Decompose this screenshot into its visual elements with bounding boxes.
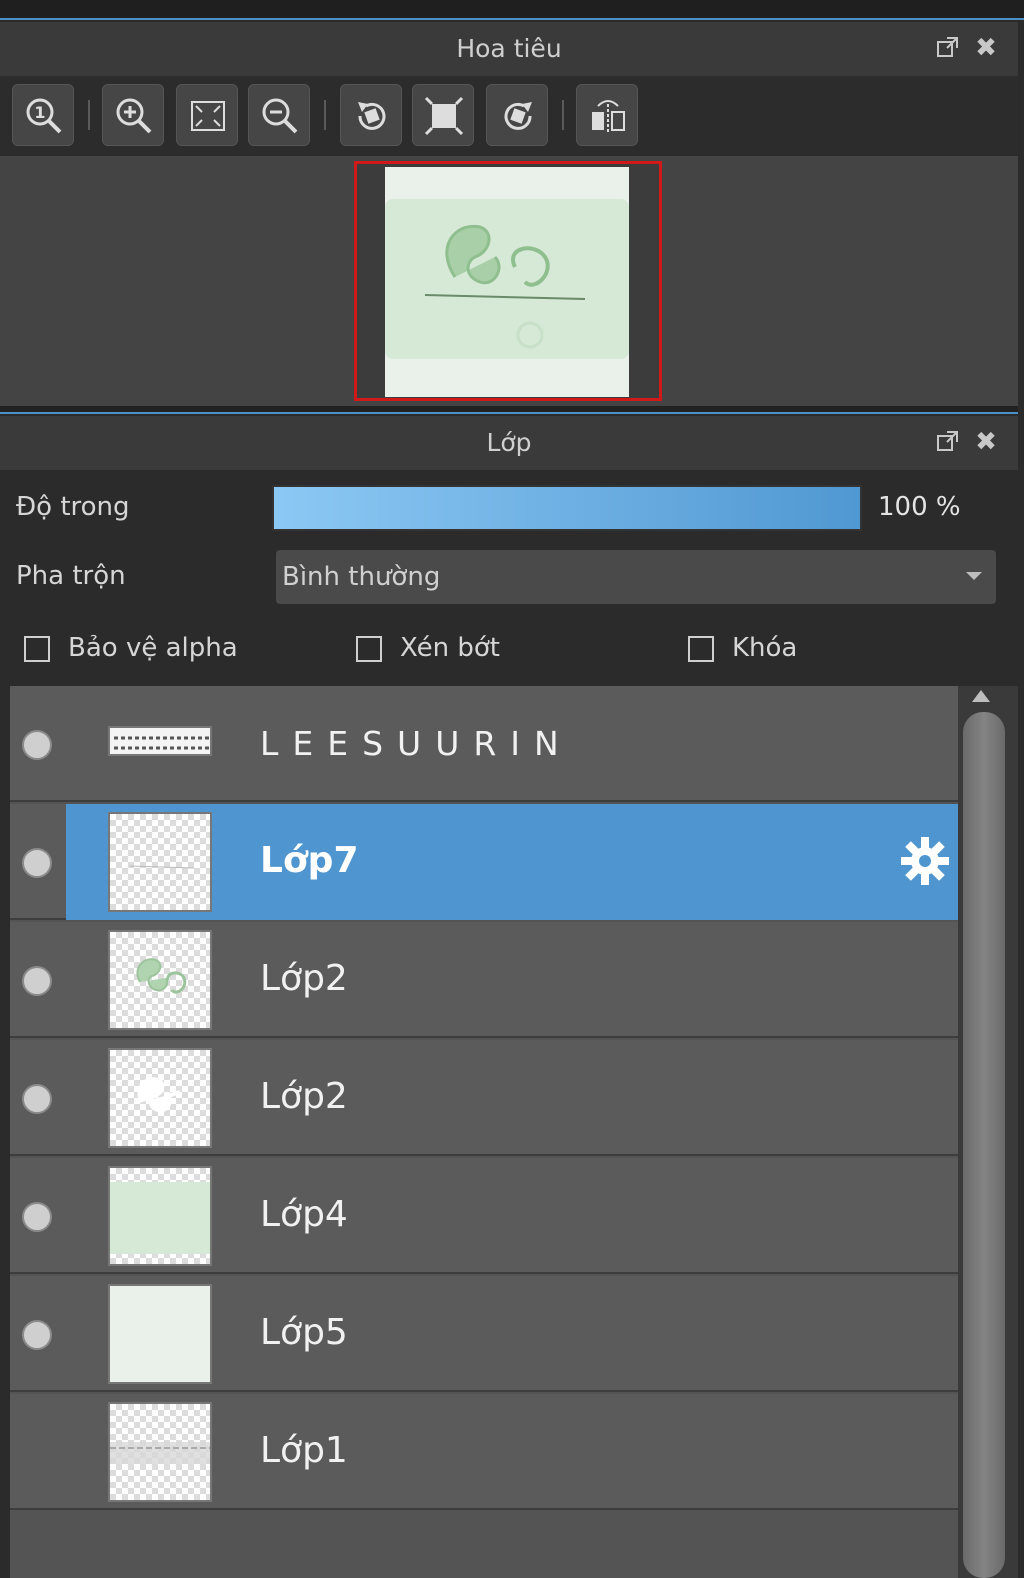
rotate-left-icon xyxy=(358,102,386,130)
blend-label: Pha trộn xyxy=(16,561,126,591)
layer-list: LEESUURIN Lớp7 Lớp2 Lớp2 Lớp4 Lớp5 Lớp1 xyxy=(10,686,958,1578)
view-frame[interactable] xyxy=(354,161,662,401)
layer-row[interactable]: Lớp1 xyxy=(10,1394,958,1510)
toolbar-separator xyxy=(324,100,326,130)
fit-canvas-button[interactable] xyxy=(412,84,474,146)
top-strip xyxy=(0,0,1024,20)
layer-name: Lớp4 xyxy=(260,1194,348,1235)
visibility-toggle-icon[interactable] xyxy=(22,848,52,878)
toolbar-separator xyxy=(562,100,564,130)
opacity-value: 100 % xyxy=(878,492,961,522)
visibility-toggle-icon[interactable] xyxy=(22,966,52,996)
layer-list-scrollbar[interactable] xyxy=(958,686,1018,1578)
fit-screen-button[interactable] xyxy=(176,84,238,146)
visibility-toggle-icon[interactable] xyxy=(22,1202,52,1232)
fit-canvas-icon xyxy=(424,96,464,136)
layers-title: Lớp xyxy=(486,428,532,457)
visibility-toggle-icon[interactable] xyxy=(22,730,52,760)
toolbar-separator xyxy=(88,100,90,130)
visibility-toggle-icon[interactable] xyxy=(22,1084,52,1114)
blend-mode-select[interactable]: Bình thường xyxy=(276,550,996,604)
lock-label: Khóa xyxy=(732,633,798,663)
scrollbar-thumb[interactable] xyxy=(963,712,1005,1578)
navigator-preview[interactable] xyxy=(0,156,1018,406)
popout-icon[interactable] xyxy=(934,428,962,456)
opacity-slider[interactable] xyxy=(272,485,862,531)
checkbox-box[interactable] xyxy=(688,636,714,662)
navigator-title: Hoa tiêu xyxy=(456,34,562,63)
checkbox-box[interactable] xyxy=(356,636,382,662)
gear-icon[interactable] xyxy=(898,834,952,892)
layer-name: Lớp2 xyxy=(260,1076,348,1117)
navigator-header: Hoa tiêu ✖ xyxy=(0,22,1018,76)
zoom-actual-button[interactable]: 1 xyxy=(12,84,74,146)
zoom-out-icon xyxy=(262,98,298,134)
navigator-toolbar: 1 xyxy=(0,76,1018,156)
layer-row[interactable]: Lớp4 xyxy=(10,1158,958,1274)
layers-header: Lớp ✖ xyxy=(0,416,1018,470)
zoom-in-button[interactable] xyxy=(102,84,164,146)
fit-screen-icon xyxy=(191,101,225,131)
close-icon[interactable]: ✖ xyxy=(972,34,1000,62)
blend-mode-value: Bình thường xyxy=(282,562,441,592)
svg-text:1: 1 xyxy=(34,103,45,122)
layer-row[interactable]: Lớp2 xyxy=(10,1040,958,1156)
layer-name: Lớp2 xyxy=(260,958,348,999)
checkbox-box[interactable] xyxy=(24,636,50,662)
protect-alpha-label: Bảo vệ alpha xyxy=(68,633,238,663)
panel-divider[interactable] xyxy=(0,406,1018,414)
layer-row[interactable]: Lớp5 xyxy=(10,1276,958,1392)
layer-thumbnail xyxy=(108,812,212,912)
zoom-in-icon xyxy=(116,98,152,134)
layer-row-selected[interactable]: Lớp7 xyxy=(10,804,958,920)
layer-row[interactable]: LEESUURIN xyxy=(10,686,958,802)
zoom-actual-icon: 1 xyxy=(26,98,62,134)
visibility-toggle-icon[interactable] xyxy=(22,1320,52,1350)
layer-thumbnail xyxy=(108,930,212,1030)
rotate-right-button[interactable] xyxy=(486,84,548,146)
close-icon[interactable]: ✖ xyxy=(972,428,1000,456)
layer-name: Lớp1 xyxy=(260,1430,348,1471)
layer-thumbnail xyxy=(108,1402,212,1502)
layer-name: Lớp7 xyxy=(260,840,359,881)
flip-horizontal-icon xyxy=(592,100,625,134)
layer-thumbnail xyxy=(108,1048,212,1148)
zoom-out-button[interactable] xyxy=(248,84,310,146)
calligraphy-artwork xyxy=(424,224,586,349)
opacity-label: Độ trong xyxy=(16,492,130,522)
layer-thumbnail xyxy=(108,1166,212,1266)
scroll-up-icon[interactable] xyxy=(972,690,990,702)
layer-row[interactable]: Lớp2 xyxy=(10,922,958,1038)
rotate-left-button[interactable] xyxy=(340,84,402,146)
layer-thumbnail xyxy=(108,1284,212,1384)
layer-name: Lớp5 xyxy=(260,1312,348,1353)
layer-thumbnail xyxy=(108,726,212,756)
canvas-thumbnail xyxy=(385,167,629,397)
popout-icon[interactable] xyxy=(934,34,962,62)
layer-name: LEESUURIN xyxy=(260,724,573,763)
rotate-right-icon xyxy=(504,102,532,130)
clipping-label: Xén bớt xyxy=(400,633,500,663)
flip-horizontal-button[interactable] xyxy=(576,84,638,146)
chevron-down-icon xyxy=(966,572,982,580)
